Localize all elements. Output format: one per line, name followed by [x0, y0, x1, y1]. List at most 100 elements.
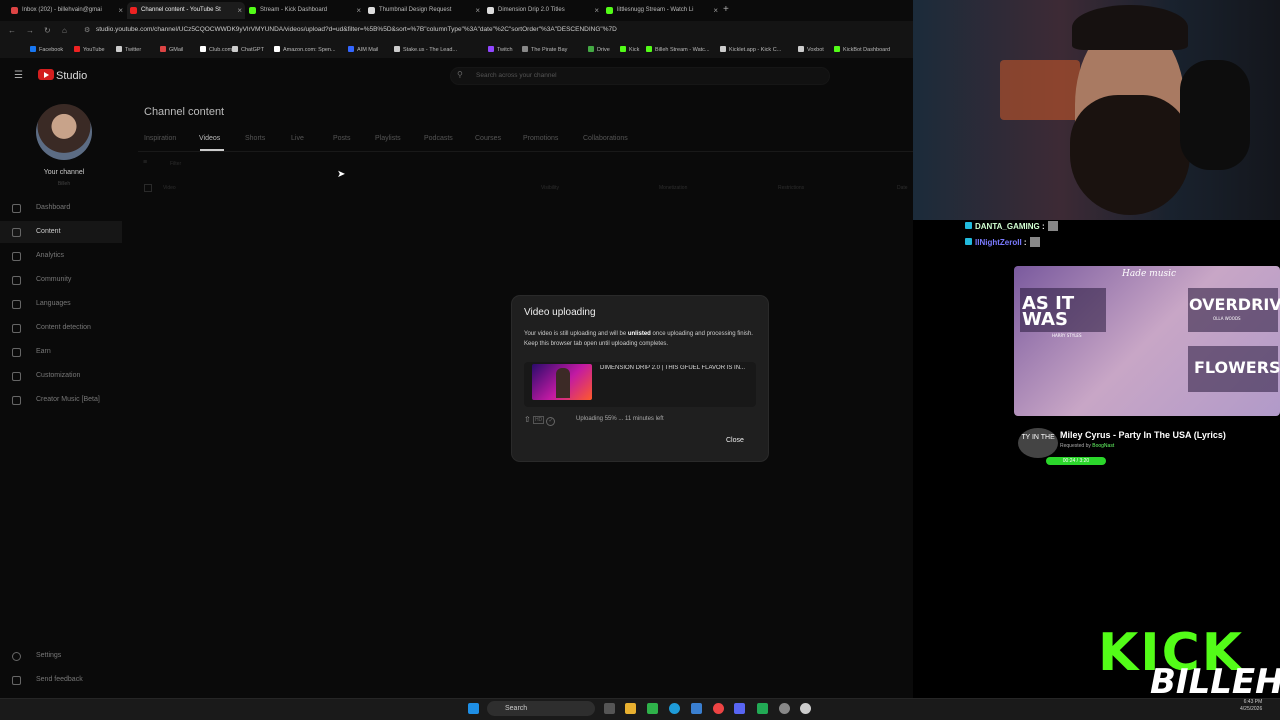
bookmark-item[interactable]: Twitch: [488, 46, 513, 53]
bookmark-label: Twitter: [125, 47, 142, 53]
close-icon[interactable]: ×: [356, 2, 361, 19]
chrome-icon[interactable]: [713, 703, 724, 714]
app-icon[interactable]: [691, 703, 702, 714]
sidebar-item-customization[interactable]: Customization: [0, 365, 122, 387]
sidebar-item-content-detection[interactable]: Content detection: [0, 317, 122, 339]
home-icon[interactable]: ⌂: [62, 26, 67, 35]
browser-tab[interactable]: Dimension Drip 2.0 Titles ×: [484, 2, 602, 19]
sidebar-item-settings[interactable]: Settings: [0, 645, 122, 667]
sidebar-icon: [12, 396, 21, 405]
tab-promotions[interactable]: Promotions: [523, 135, 558, 142]
bookmark-item[interactable]: KickBot Dashboard: [834, 46, 890, 53]
bookmark-item[interactable]: Kicklet.app - Kick C...: [720, 46, 781, 53]
column-header[interactable]: Monetization: [659, 185, 687, 191]
requested-prefix: Requested by: [1060, 443, 1093, 449]
close-icon[interactable]: ×: [118, 2, 123, 19]
tab-collaborations[interactable]: Collaborations: [583, 135, 628, 142]
browser-tab[interactable]: Thumbnail Design Request ×: [365, 2, 483, 19]
bookmark-item[interactable]: Amazon.com: Spen...: [274, 46, 336, 53]
bookmark-item[interactable]: Club.com: [200, 46, 232, 53]
bookmark-favicon-icon: [232, 46, 238, 52]
webcam-beard: [1070, 95, 1190, 215]
bookmark-item[interactable]: ChatGPT: [232, 46, 264, 53]
chat-badge-icon: [965, 222, 972, 229]
reload-icon[interactable]: ↻: [44, 26, 51, 35]
studio-logo[interactable]: Studio: [38, 69, 87, 82]
sidebar-item-dashboard[interactable]: Dashboard: [0, 197, 122, 219]
column-header[interactable]: Visibility: [541, 185, 559, 191]
bookmark-item[interactable]: Twitter: [116, 46, 141, 53]
task-view-icon[interactable]: [604, 703, 615, 714]
bookmark-item[interactable]: Facebook: [30, 46, 63, 53]
taskbar-search[interactable]: Search: [487, 701, 595, 716]
bookmark-favicon-icon: [588, 46, 594, 52]
bookmark-item[interactable]: YouTube: [74, 46, 105, 53]
column-header[interactable]: Restrictions: [778, 185, 804, 191]
select-all-checkbox[interactable]: [144, 184, 152, 192]
sidebar-item-languages[interactable]: Languages: [0, 293, 122, 315]
menu-icon[interactable]: ☰: [14, 70, 23, 81]
tab-playlists[interactable]: Playlists: [375, 135, 401, 142]
back-icon[interactable]: ←: [8, 26, 16, 35]
close-icon[interactable]: ×: [475, 2, 480, 19]
sidebar-item-earn[interactable]: Earn: [0, 341, 122, 363]
tab-videos[interactable]: Videos: [199, 135, 220, 142]
bookmark-favicon-icon: [620, 46, 626, 52]
sidebar-item-content[interactable]: Content: [0, 221, 122, 243]
sidebar-item-feedback[interactable]: Send feedback: [0, 669, 122, 691]
bookmark-item[interactable]: The Pirate Bay: [522, 46, 567, 53]
tab-courses[interactable]: Courses: [475, 135, 501, 142]
close-button[interactable]: Close: [726, 437, 744, 444]
store-icon[interactable]: [647, 703, 658, 714]
gear-icon: [12, 652, 21, 661]
tab-inspiration[interactable]: Inspiration: [144, 135, 176, 142]
edge-icon[interactable]: [669, 703, 680, 714]
column-header[interactable]: Date: [897, 185, 908, 191]
column-header[interactable]: Video: [163, 185, 176, 191]
windows-start-icon[interactable]: [468, 703, 479, 714]
excel-icon[interactable]: [757, 703, 768, 714]
bookmark-item[interactable]: Kick: [620, 46, 639, 53]
tab-shorts[interactable]: Shorts: [245, 135, 265, 142]
browser-tab[interactable]: littlesnugg Stream - Watch Li ×: [603, 2, 721, 19]
bookmark-favicon-icon: [348, 46, 354, 52]
obs-icon[interactable]: [800, 703, 811, 714]
hd-badge: HD: [532, 416, 545, 424]
close-icon[interactable]: ×: [594, 2, 599, 19]
settings-icon[interactable]: [779, 703, 790, 714]
new-tab-icon[interactable]: +: [723, 4, 729, 15]
bookmark-item[interactable]: Voxbot: [798, 46, 824, 53]
bookmark-label: AIM Mail: [357, 47, 379, 53]
sidebar-item-community[interactable]: Community: [0, 269, 122, 291]
music-widget-title: Hade music: [1122, 269, 1177, 279]
bookmark-item[interactable]: GMail: [160, 46, 183, 53]
sidebar-item-label: Send feedback: [36, 676, 83, 683]
album-art: FLOWERS: [1188, 346, 1280, 392]
bookmark-label: GMail: [169, 47, 184, 53]
tab-posts[interactable]: Posts: [333, 135, 351, 142]
forward-icon[interactable]: →: [26, 26, 34, 35]
browser-tab[interactable]: Inbox (202) - billehvain@gmai ×: [8, 2, 126, 19]
tab-podcasts[interactable]: Podcasts: [424, 135, 453, 142]
filter-icon[interactable]: ≡: [143, 159, 147, 166]
filter-label[interactable]: Filter: [170, 161, 181, 167]
bookmark-item[interactable]: Stake.us - The Lead...: [394, 46, 457, 53]
url-text[interactable]: studio.youtube.com/channel/UCz5CQOCWWDK9…: [96, 26, 617, 33]
close-icon[interactable]: ×: [237, 2, 242, 19]
sidebar-item-creator-music-beta[interactable]: Creator Music [Beta]: [0, 389, 122, 411]
tab-live[interactable]: Live: [291, 135, 304, 142]
sidebar-item-analytics[interactable]: Analytics: [0, 245, 122, 267]
album-title: AS IT WAS: [1022, 293, 1075, 330]
bookmark-item[interactable]: Billeh Stream - Watc...: [646, 46, 710, 53]
tab-divider: [138, 151, 913, 152]
file-explorer-icon[interactable]: [625, 703, 636, 714]
close-icon[interactable]: ×: [713, 2, 718, 19]
bookmark-item[interactable]: AIM Mail: [348, 46, 378, 53]
discord-icon[interactable]: [734, 703, 745, 714]
bookmark-item[interactable]: Drive: [588, 46, 610, 53]
tab-label: Channel content - YouTube St: [141, 7, 221, 13]
browser-tab[interactable]: Stream - Kick Dashboard ×: [246, 2, 364, 19]
site-info-icon[interactable]: ⚙: [84, 26, 90, 34]
browser-tab[interactable]: Channel content - YouTube St ×: [127, 2, 245, 19]
avatar[interactable]: [36, 104, 92, 160]
